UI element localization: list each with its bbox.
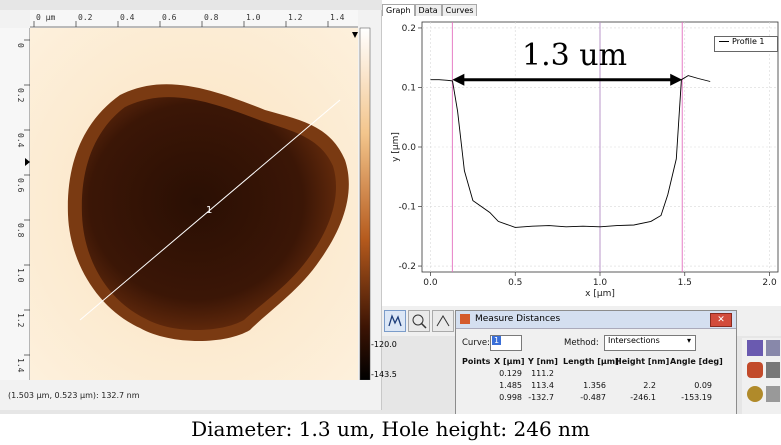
table-cell: 111.2 — [531, 369, 554, 378]
side-toolbar — [742, 338, 781, 414]
table-cell: 0.09 — [694, 381, 712, 390]
x-tick-label: 0.5 — [508, 278, 522, 288]
col-header: Length [µm] — [563, 357, 619, 366]
y-tick-label: 0.2 — [402, 24, 416, 34]
grid-tool-icon[interactable] — [766, 362, 780, 378]
table-cell: 1.356 — [583, 381, 606, 390]
graph-tabs: Graph Data Curves — [382, 4, 478, 20]
curve-label: Curve: — [462, 338, 490, 348]
paint-tool-icon[interactable] — [747, 362, 763, 378]
zoom-tool-button[interactable] — [408, 310, 430, 332]
afm-image-panel: 0 µm 0.2 0.4 0.6 0.8 1.0 1.2 1.4 0 0.2 0.4 0.6 0.8 1… — [0, 10, 397, 410]
x-ruler-label: 0.6 — [162, 13, 177, 22]
col-header: Height [nm] — [615, 357, 670, 366]
y-ruler-label: 0.6 — [16, 178, 25, 193]
x-ruler-label: 1.2 — [288, 13, 303, 22]
y-ruler-label: 1.2 — [16, 313, 25, 328]
x-tick-label: 1.5 — [678, 278, 692, 288]
x-axis-label: x [µm] — [585, 289, 615, 299]
settings-tool-icon[interactable] — [747, 386, 763, 402]
app-icon — [460, 314, 470, 324]
layers-icon[interactable] — [766, 340, 780, 356]
width-annotation: 1.3 um — [522, 38, 628, 73]
table-cell: -132.7 — [528, 393, 554, 402]
measure-table: Points X [µm] Y [nm] Length [µm] Height … — [460, 357, 732, 413]
col-header: Angle [deg] — [670, 357, 723, 366]
x-tick-label: 0.0 — [423, 278, 438, 288]
y-ruler-label: 0.4 — [16, 133, 25, 148]
method-select[interactable]: Intersections ▾ — [604, 335, 696, 351]
x-tick-label: 1.0 — [593, 278, 608, 288]
table-cell: -0.487 — [580, 393, 606, 402]
afm-image-view[interactable]: 0 µm 0.2 0.4 0.6 0.8 1.0 1.2 1.4 0 0.2 0.4 0.6 0.8 1… — [0, 10, 381, 380]
x-ruler-label: 1.4 — [330, 13, 345, 22]
graph-panel: 0.0 0.5 1.0 1.5 2.0 0.2 0.1 0.0 -0.1 -0.2 x [µm] y … — [382, 0, 781, 312]
legend-label: Profile 1 — [732, 37, 765, 46]
col-header: Points — [462, 357, 491, 366]
y-tick-label: -0.1 — [398, 203, 416, 213]
x-tick-label: 2.0 — [762, 278, 777, 288]
measure-tool-button[interactable] — [432, 310, 454, 332]
table-cell: 0.998 — [499, 393, 522, 402]
y-ruler-label: 0 — [16, 43, 25, 48]
table-cell: 1.485 — [499, 381, 522, 390]
y-ruler-label: 0.8 — [16, 223, 25, 238]
tab-graph[interactable]: Graph — [382, 4, 415, 16]
col-header: X [µm] — [494, 357, 525, 366]
zoom-tool-icon — [412, 314, 427, 329]
measure-tool-icon — [436, 315, 450, 327]
app-window: 0 µm 0.2 0.4 0.6 0.8 1.0 1.2 1.4 0 0.2 0.4 0.6 0.8 1… — [0, 0, 781, 445]
x-ruler-label: 0 µm — [36, 13, 55, 22]
graph-legend: Profile 1 — [714, 36, 778, 52]
y-tick-label: -0.2 — [398, 262, 416, 272]
figure-caption: Diameter: 1.3 um, Hole height: 246 nm — [0, 414, 781, 445]
colorbar-label-2: -143.5 — [371, 370, 397, 379]
x-ruler-label: 0.4 — [120, 13, 135, 22]
y-tick-label: 0.1 — [402, 83, 416, 93]
chevron-down-icon: ▾ — [686, 336, 691, 345]
color-scale-bar — [359, 27, 371, 380]
curve-spinner[interactable]: 1 — [490, 335, 522, 351]
method-label: Method: — [564, 338, 599, 348]
method-value: Intersections — [608, 336, 660, 345]
profile-tool-button[interactable] — [384, 310, 406, 332]
y-axis-label: y [µm] — [391, 132, 401, 162]
table-cell: 0.129 — [499, 369, 522, 378]
x-ruler-label: 1.0 — [246, 13, 261, 22]
table-cell: -246.1 — [630, 393, 656, 402]
cursor-status-bar: (1.503 µm, 0.523 µm): 132.7 nm — [8, 391, 373, 405]
legend-swatch — [719, 41, 729, 42]
x-ruler-label: 0.2 — [78, 13, 93, 22]
table-cell: 113.4 — [531, 381, 554, 390]
y-ruler-label: 0.2 — [16, 88, 25, 103]
triangle-tool-icon[interactable] — [747, 340, 763, 356]
col-header: Y [nm] — [528, 357, 558, 366]
colorbar-label-1: -120.0 — [371, 340, 397, 349]
curve-value: 1 — [492, 336, 502, 345]
y-tick-label: 0.0 — [402, 143, 417, 153]
dialog-title-bar: Measure Distances ✕ — [456, 311, 736, 329]
comment-tool-icon[interactable] — [766, 386, 780, 402]
y-ruler-label: 1.4 — [16, 358, 25, 373]
profile-marker-label: 1 — [206, 205, 212, 216]
close-button[interactable]: ✕ — [710, 313, 732, 327]
tab-data[interactable]: Data — [414, 4, 442, 16]
table-cell: 2.2 — [643, 381, 656, 390]
table-cell: -153.19 — [681, 393, 712, 402]
y-ruler-label: 1.0 — [16, 268, 25, 283]
x-ruler-label: 0.8 — [204, 13, 219, 22]
tab-curves[interactable]: Curves — [441, 4, 478, 16]
dialog-title: Measure Distances — [475, 314, 561, 324]
profile-tool-icon — [388, 314, 402, 327]
measure-distances-dialog: Measure Distances ✕ Curve: 1 Method: Int… — [455, 310, 737, 416]
